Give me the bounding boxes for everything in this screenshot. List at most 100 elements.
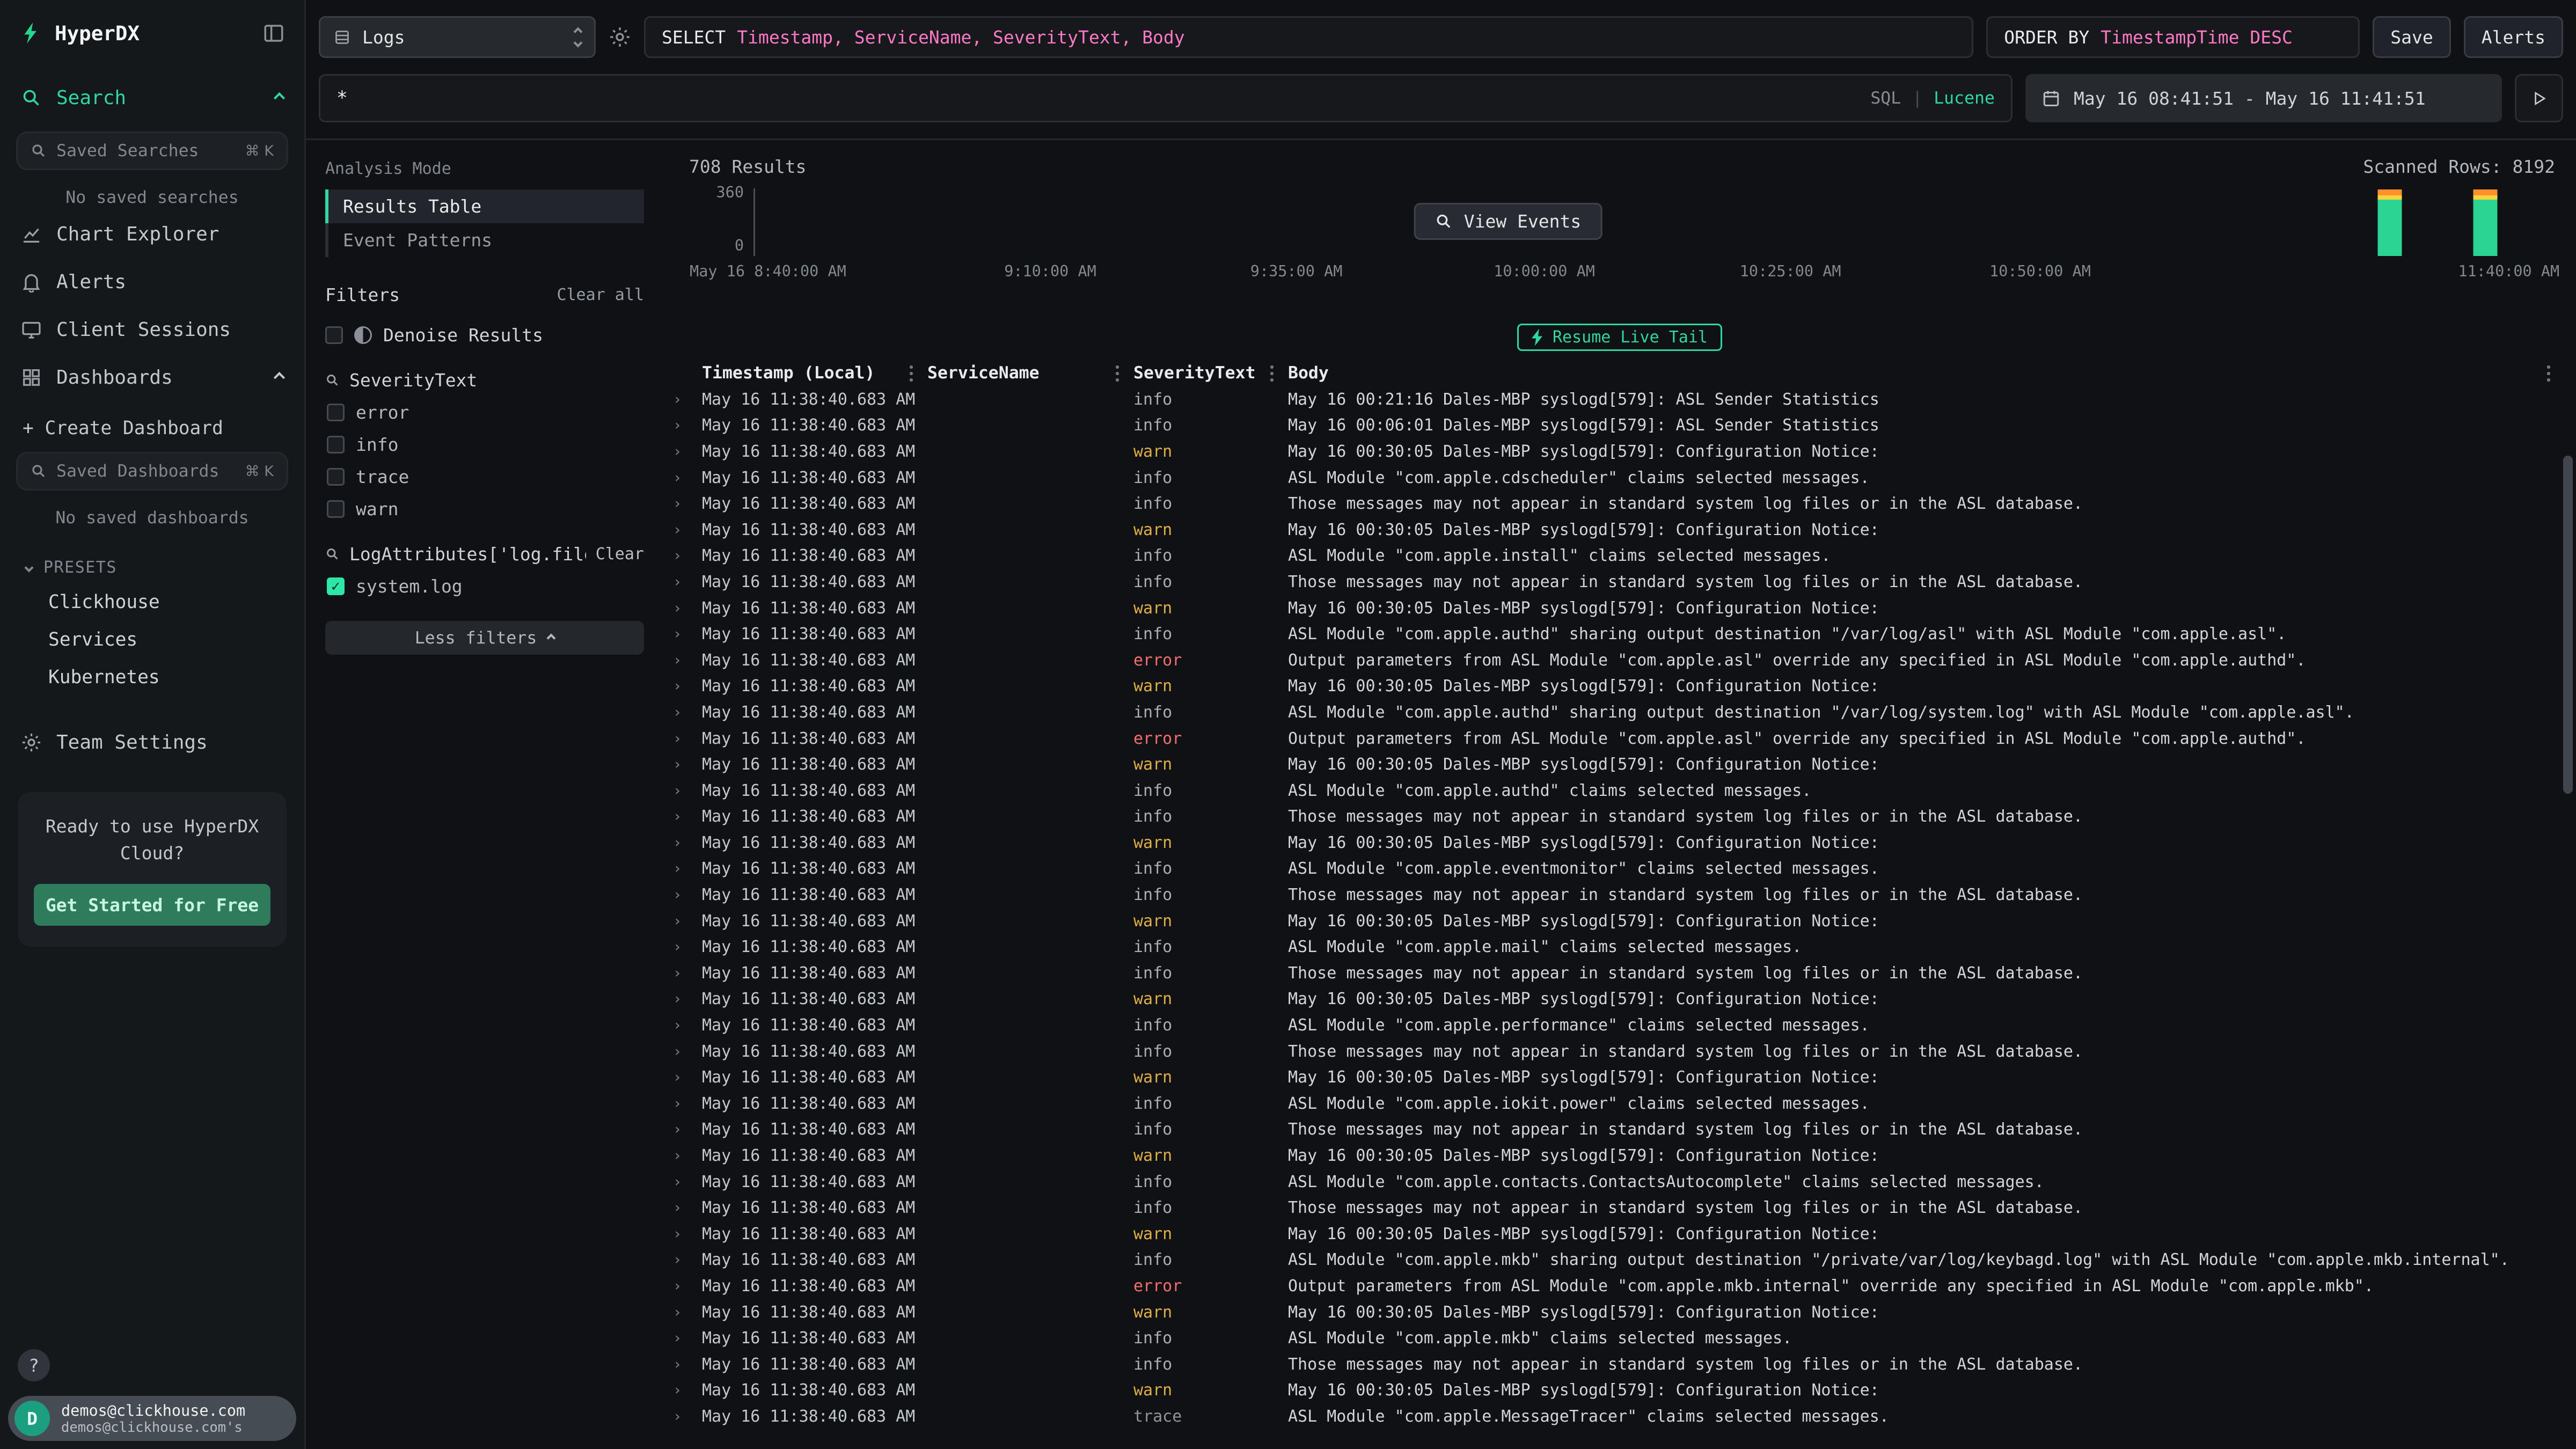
expand-row-icon[interactable]: › — [663, 939, 702, 955]
saved-searches-input[interactable]: Saved Searches ⌘ K — [16, 131, 288, 170]
expand-row-icon[interactable]: › — [663, 1382, 702, 1399]
log-row[interactable]: ›May 16 11:38:40.683 AMinfoThose message… — [663, 1117, 2576, 1143]
log-row[interactable]: ›May 16 11:38:40.683 AMinfoASL Module "c… — [663, 699, 2576, 726]
lang-sql-toggle[interactable]: SQL — [1870, 89, 1901, 108]
preset-item-kubernetes[interactable]: Kubernetes — [0, 658, 304, 696]
sidebar-item-chart-explorer[interactable]: Chart Explorer — [0, 210, 304, 258]
filter-option-system-log[interactable]: ✓system.log — [325, 576, 644, 597]
expand-row-icon[interactable]: › — [663, 600, 702, 617]
expand-row-icon[interactable]: › — [663, 1121, 702, 1138]
expand-row-icon[interactable]: › — [663, 1330, 702, 1346]
less-filters-button[interactable]: Less filters — [325, 621, 644, 655]
view-events-button[interactable]: View Events — [1414, 203, 1602, 240]
create-dashboard-button[interactable]: + Create Dashboard — [0, 401, 304, 442]
column-header-severitytext[interactable]: SeverityText — [1133, 363, 1288, 383]
select-clause-input[interactable]: SELECTTimestamp, ServiceName, SeverityTe… — [644, 16, 1973, 58]
expand-row-icon[interactable]: › — [663, 470, 702, 486]
sidebar-item-client-sessions[interactable]: Client Sessions — [0, 306, 304, 354]
source-select[interactable]: Logs — [319, 16, 596, 58]
log-row[interactable]: ›May 16 11:38:40.683 AMwarnMay 16 00:30:… — [663, 674, 2576, 700]
expand-row-icon[interactable]: › — [663, 443, 702, 460]
expand-row-icon[interactable]: › — [663, 1095, 702, 1112]
log-row[interactable]: ›May 16 11:38:40.683 AMinfoASL Module "c… — [663, 778, 2576, 804]
log-row[interactable]: ›May 16 11:38:40.683 AMwarnMay 16 00:30:… — [663, 438, 2576, 465]
vertical-scrollbar[interactable] — [2563, 456, 2573, 794]
clear-filter-link[interactable]: Clear — [596, 545, 644, 564]
expand-row-icon[interactable]: › — [663, 1199, 702, 1216]
expand-row-icon[interactable]: › — [663, 417, 702, 434]
expand-row-icon[interactable]: › — [663, 1304, 702, 1321]
expand-row-icon[interactable]: › — [663, 1408, 702, 1425]
log-row[interactable]: ›May 16 11:38:40.683 AMwarnMay 16 00:30:… — [663, 517, 2576, 543]
filter-option-trace[interactable]: trace — [325, 466, 644, 487]
log-row[interactable]: ›May 16 11:38:40.683 AMwarnMay 16 00:30:… — [663, 1299, 2576, 1326]
saved-dashboards-input[interactable]: Saved Dashboards ⌘ K — [16, 452, 288, 491]
source-settings-gear-icon[interactable] — [609, 26, 631, 48]
log-row[interactable]: ›May 16 11:38:40.683 AMinfoThose message… — [663, 882, 2576, 908]
sidebar-item-team-settings[interactable]: Team Settings — [0, 719, 304, 766]
collapse-sidebar-icon[interactable] — [262, 22, 285, 45]
log-row[interactable]: ›May 16 11:38:40.683 AMwarnMay 16 00:30:… — [663, 1143, 2576, 1169]
search-query-input[interactable]: * SQL | Lucene — [319, 74, 2012, 122]
log-row[interactable]: ›May 16 11:38:40.683 AMinfoASL Module "c… — [663, 1247, 2576, 1274]
histogram-bar[interactable] — [2473, 188, 2498, 256]
log-row[interactable]: ›May 16 11:38:40.683 AMinfoThose message… — [663, 491, 2576, 517]
log-row[interactable]: ›May 16 11:38:40.683 AMinfoMay 16 00:06:… — [663, 413, 2576, 439]
log-row[interactable]: ›May 16 11:38:40.683 AMinfoASL Module "c… — [663, 934, 2576, 960]
checkbox[interactable] — [327, 500, 345, 518]
denoise-results-toggle[interactable]: Denoise Results — [325, 325, 644, 346]
expand-row-icon[interactable]: › — [663, 1252, 702, 1268]
expand-row-icon[interactable]: › — [663, 1356, 702, 1373]
log-row[interactable]: ›May 16 11:38:40.683 AMinfoThose message… — [663, 804, 2576, 830]
expand-row-icon[interactable]: › — [663, 1043, 702, 1060]
log-row[interactable]: ›May 16 11:38:40.683 AMinfoASL Module "c… — [663, 1325, 2576, 1351]
log-row[interactable]: ›May 16 11:38:40.683 AMinfoThose message… — [663, 569, 2576, 595]
expand-row-icon[interactable]: › — [663, 626, 702, 642]
checkbox[interactable] — [325, 326, 343, 344]
column-menu-icon[interactable] — [1270, 364, 1274, 382]
log-row[interactable]: ›May 16 11:38:40.683 AMerrorOutput param… — [663, 1273, 2576, 1299]
log-row[interactable]: ›May 16 11:38:40.683 AMerrorOutput param… — [663, 647, 2576, 674]
expand-row-icon[interactable]: › — [663, 1147, 702, 1164]
checkbox[interactable] — [327, 436, 345, 453]
expand-row-icon[interactable]: › — [663, 808, 702, 825]
expand-row-icon[interactable]: › — [663, 704, 702, 721]
expand-row-icon[interactable]: › — [663, 522, 702, 538]
column-header-servicename[interactable]: ServiceName — [927, 363, 1133, 383]
log-row[interactable]: ›May 16 11:38:40.683 AMwarnMay 16 00:30:… — [663, 830, 2576, 856]
orderby-input[interactable]: ORDER BYTimestampTime DESC — [1986, 16, 2360, 58]
log-row[interactable]: ›May 16 11:38:40.683 AMwarnMay 16 00:30:… — [663, 751, 2576, 778]
resume-live-tail-button[interactable]: Resume Live Tail — [1517, 324, 1722, 351]
save-button[interactable]: Save — [2373, 16, 2450, 58]
filter-option-error[interactable]: error — [325, 402, 644, 423]
run-query-button[interactable] — [2515, 74, 2563, 122]
log-row[interactable]: ›May 16 11:38:40.683 AMwarnMay 16 00:30:… — [663, 908, 2576, 934]
expand-row-icon[interactable]: › — [663, 547, 702, 564]
filter-option-warn[interactable]: warn — [325, 499, 644, 519]
column-menu-icon[interactable] — [1116, 364, 1119, 382]
expand-row-icon[interactable]: › — [663, 652, 702, 669]
filter-option-info[interactable]: info — [325, 434, 644, 455]
preset-item-clickhouse[interactable]: Clickhouse — [0, 583, 304, 621]
expand-row-icon[interactable]: › — [663, 1226, 702, 1242]
log-row[interactable]: ›May 16 11:38:40.683 AMinfoASL Module "c… — [663, 1012, 2576, 1038]
log-row[interactable]: ›May 16 11:38:40.683 AMinfoThose message… — [663, 960, 2576, 986]
analysis-mode-results-table[interactable]: Results Table — [325, 189, 644, 223]
expand-row-icon[interactable]: › — [663, 1017, 702, 1034]
log-row[interactable]: ›May 16 11:38:40.683 AMinfoASL Module "c… — [663, 621, 2576, 647]
log-row[interactable]: ›May 16 11:38:40.683 AMinfoThose message… — [663, 1351, 2576, 1378]
expand-row-icon[interactable]: › — [663, 678, 702, 694]
log-row[interactable]: ›May 16 11:38:40.683 AMinfoMay 16 00:21:… — [663, 386, 2576, 413]
expand-row-icon[interactable]: › — [663, 887, 702, 903]
analysis-mode-event-patterns[interactable]: Event Patterns — [325, 223, 644, 257]
sidebar-item-alerts[interactable]: Alerts — [0, 258, 304, 306]
user-menu[interactable]: D demos@clickhouse.com demos@clickhouse.… — [8, 1396, 296, 1441]
log-row[interactable]: ›May 16 11:38:40.683 AMwarnMay 16 00:30:… — [663, 1221, 2576, 1247]
sidebar-item-dashboards[interactable]: Dashboards — [0, 354, 304, 401]
expand-row-icon[interactable]: › — [663, 835, 702, 851]
expand-row-icon[interactable]: › — [663, 913, 702, 930]
checkbox[interactable]: ✓ — [327, 577, 345, 595]
column-header-body[interactable]: Body — [1288, 363, 2547, 383]
log-row[interactable]: ›May 16 11:38:40.683 AMinfoThose message… — [663, 1038, 2576, 1065]
log-row[interactable]: ›May 16 11:38:40.683 AMinfoASL Module "c… — [663, 465, 2576, 491]
